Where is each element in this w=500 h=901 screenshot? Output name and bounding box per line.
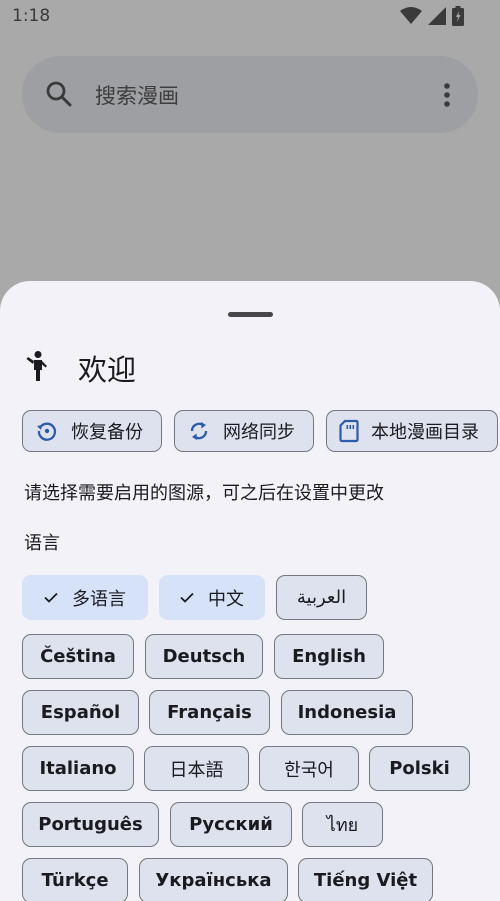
language-chip-pl[interactable]: Polski (369, 746, 470, 791)
network-sync-label: 网络同步 (223, 422, 295, 443)
language-chip-th[interactable]: ไทย (302, 802, 383, 847)
language-chip-uk[interactable]: Українська (139, 858, 288, 901)
action-buttons-row: 恢复备份 网络同步 本地漫画目录 (22, 410, 498, 452)
chip-label: ไทย (326, 815, 359, 836)
cell-signal-icon (428, 7, 446, 29)
restore-backup-button[interactable]: 恢复备份 (22, 410, 162, 452)
chip-label: Deutsch (162, 646, 246, 667)
language-chip-it[interactable]: Italiano (22, 746, 134, 791)
status-icons (400, 6, 464, 30)
status-time: 1:18 (12, 6, 51, 26)
network-sync-button[interactable]: 网络同步 (174, 410, 314, 452)
language-chip-tr[interactable]: Türkçe (22, 858, 128, 901)
local-comics-dir-label: 本地漫画目录 (371, 422, 479, 443)
sync-icon (190, 422, 208, 440)
chip-label: Français (167, 702, 252, 723)
chip-label: Polski (389, 758, 450, 779)
chip-label: Русский (189, 814, 273, 835)
restore-icon (37, 422, 57, 441)
welcome-bottom-sheet: 欢迎 恢复备份 网络同步 本地漫画目录 请选择需要启用的图源，可之后在设置中更改… (0, 281, 500, 901)
chip-label: Português (38, 814, 143, 835)
more-vert-icon[interactable] (444, 83, 450, 111)
chip-label: Italiano (39, 758, 117, 779)
language-chip-cs[interactable]: Čeština (22, 634, 134, 679)
search-icon[interactable] (46, 81, 72, 111)
language-chip-vi[interactable]: Tiếng Việt (298, 858, 433, 901)
wifi-icon (400, 7, 422, 29)
chip-label: Tiếng Việt (313, 870, 418, 891)
chip-label: 한국어 (284, 759, 334, 781)
language-chip-ru[interactable]: Русский (170, 802, 292, 847)
chip-label: العربية (296, 587, 347, 608)
drag-handle[interactable] (228, 312, 273, 317)
language-section-label: 语言 (24, 533, 60, 554)
source-hint-text: 请选择需要启用的图源，可之后在设置中更改 (24, 483, 384, 504)
search-input[interactable]: 搜索漫画 (95, 80, 179, 110)
language-chip-de[interactable]: Deutsch (145, 634, 263, 679)
language-chip-fr[interactable]: Français (149, 690, 270, 735)
language-chip-ko[interactable]: 한국어 (259, 746, 359, 791)
language-chip-en[interactable]: English (274, 634, 384, 679)
language-chip-pt[interactable]: Português (22, 802, 159, 847)
chip-label: Türkçe (41, 870, 109, 891)
status-bar: 1:18 (0, 0, 500, 34)
chip-label: 多语言 (72, 588, 126, 610)
local-comics-dir-button[interactable]: 本地漫画目录 (326, 410, 498, 452)
check-icon (44, 592, 58, 603)
battery-icon (452, 6, 464, 30)
chip-label: Українська (155, 870, 272, 891)
search-bar[interactable]: 搜索漫画 (22, 56, 478, 133)
language-chip-id[interactable]: Indonesia (281, 690, 413, 735)
check-icon (180, 592, 194, 603)
chip-label: Español (40, 702, 121, 723)
language-chip-ar[interactable]: العربية (276, 575, 367, 620)
sd-card-icon (339, 419, 359, 443)
chip-label: 日本語 (169, 759, 224, 781)
welcome-title: 欢迎 (78, 353, 137, 387)
language-chip-zh[interactable]: 中文 (159, 575, 265, 620)
language-chip-multi[interactable]: 多语言 (22, 575, 148, 620)
chip-label: English (292, 646, 366, 667)
chip-label: 中文 (208, 588, 244, 610)
language-chip-ja[interactable]: 日本語 (144, 746, 249, 791)
chip-label: Čeština (40, 646, 116, 667)
person-walking-icon (24, 351, 52, 385)
chip-label: Indonesia (297, 702, 397, 723)
language-chip-es[interactable]: Español (22, 690, 139, 735)
restore-backup-label: 恢复备份 (71, 422, 143, 443)
